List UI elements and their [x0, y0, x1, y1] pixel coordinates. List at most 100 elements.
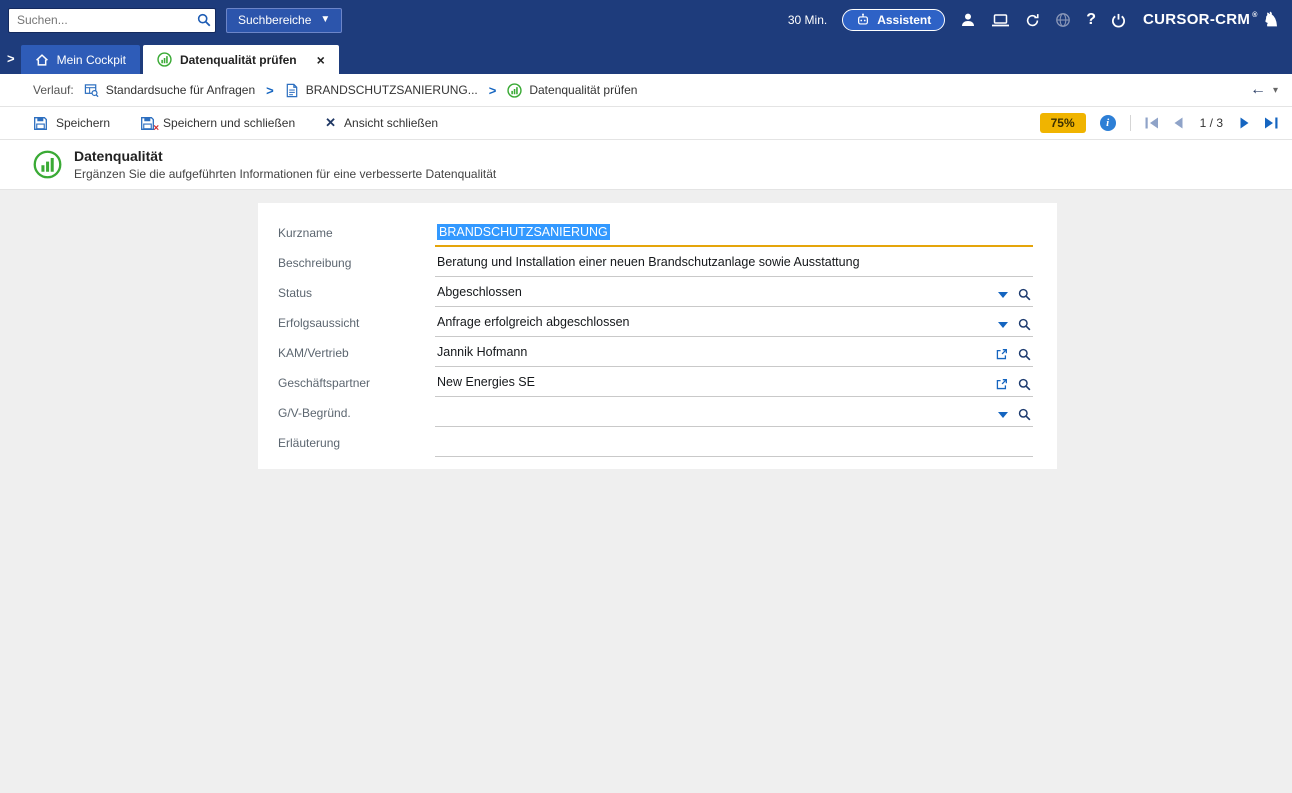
- page-header: Datenqualität Ergänzen Sie die aufgeführ…: [0, 140, 1292, 190]
- toolbar-divider: [1130, 115, 1131, 131]
- open-record-icon[interactable]: [995, 378, 1008, 391]
- lookup-search-icon[interactable]: [1018, 318, 1031, 331]
- field-input-erfolgsaussicht[interactable]: Anfrage erfolgreich abgeschlossen: [435, 311, 1033, 337]
- first-record-icon[interactable]: [1145, 117, 1159, 129]
- close-view-button[interactable]: ✕ Ansicht schließen: [325, 115, 438, 131]
- breadcrumb-prefix: Verlauf:: [33, 83, 74, 97]
- search-icon[interactable]: [197, 13, 211, 27]
- breadcrumb-separator-icon: >: [486, 83, 500, 98]
- chevron-down-icon: ▼: [320, 15, 330, 25]
- breadcrumb-label: Datenqualität prüfen: [529, 83, 637, 97]
- next-record-icon[interactable]: [1240, 117, 1249, 129]
- topbar-right: 30 Min. Assistent ?: [788, 9, 1280, 31]
- globe-icon[interactable]: [1055, 12, 1071, 28]
- info-icon[interactable]: i: [1100, 115, 1116, 131]
- breadcrumb-item-brandschutzsanierung[interactable]: BRANDSCHUTZSANIERUNG...: [285, 83, 478, 98]
- field-value-beschreibung: Beratung und Installation einer neuen Br…: [437, 255, 860, 269]
- lookup-search-icon[interactable]: [1018, 378, 1031, 391]
- search-input[interactable]: [8, 8, 216, 33]
- close-tab-icon[interactable]: ×: [317, 53, 325, 67]
- red-x-overlay-icon: ×: [153, 124, 159, 134]
- field-label-kurzname: Kurzname: [278, 226, 435, 247]
- field-controls-kam-vertrieb: [995, 348, 1031, 361]
- field-input-kurzname[interactable]: BRANDSCHUTZSANIERUNG: [435, 221, 1033, 247]
- help-icon[interactable]: ?: [1086, 11, 1096, 29]
- field-value-kurzname: BRANDSCHUTZSANIERUNG: [437, 224, 610, 240]
- tab-mein-cockpit[interactable]: Mein Cockpit: [21, 45, 140, 74]
- toolbar: Speichern × Speichern und schließen ✕ An…: [0, 107, 1292, 140]
- logout-power-icon[interactable]: [1111, 13, 1126, 28]
- session-timer: 30 Min.: [788, 13, 827, 27]
- page-title: Datenqualität: [74, 148, 496, 164]
- search-areas-button[interactable]: Suchbereiche ▼: [226, 8, 342, 33]
- dropdown-caret-icon[interactable]: [998, 292, 1008, 298]
- field-input-kam-vertrieb[interactable]: Jannik Hofmann: [435, 341, 1033, 367]
- field-controls-erfolgsaussicht: [998, 318, 1031, 331]
- form-row-beschreibung: BeschreibungBeratung und Installation ei…: [278, 247, 1033, 277]
- breadcrumb-item-standardsuche[interactable]: Standardsuche für Anfragen: [84, 83, 255, 98]
- assistant-robot-icon: [856, 13, 870, 27]
- search-table-icon: [84, 83, 99, 98]
- device-icon[interactable]: [991, 13, 1010, 28]
- form-row-erfolgsaussicht: ErfolgsaussichtAnfrage erfolgreich abges…: [278, 307, 1033, 337]
- field-value-geschaeftspartner: New Energies SE: [437, 375, 535, 389]
- close-view-label: Ansicht schließen: [344, 116, 438, 130]
- save-button[interactable]: Speichern: [33, 116, 110, 131]
- registered-mark: ®: [1252, 12, 1257, 19]
- record-pager: 1 / 3: [1145, 116, 1278, 130]
- lookup-search-icon[interactable]: [1018, 348, 1031, 361]
- data-quality-icon: [157, 52, 172, 67]
- field-label-beschreibung: Beschreibung: [278, 256, 435, 277]
- field-input-gv-begruend[interactable]: [435, 405, 1033, 427]
- field-input-geschaeftspartner[interactable]: New Energies SE: [435, 371, 1033, 397]
- form-fields: KurznameBRANDSCHUTZSANIERUNGBeschreibung…: [278, 217, 1033, 457]
- save-floppy-icon: [33, 116, 48, 131]
- field-input-status[interactable]: Abgeschlossen: [435, 281, 1033, 307]
- previous-record-icon[interactable]: [1174, 117, 1183, 129]
- form-panel: KurznameBRANDSCHUTZSANIERUNGBeschreibung…: [258, 203, 1057, 469]
- field-label-kam-vertrieb: KAM/Vertrieb: [278, 346, 435, 367]
- field-value-status: Abgeschlossen: [437, 285, 522, 299]
- tabbar: > Mein Cockpit Datenqualität prüfen ×: [0, 40, 1292, 74]
- field-label-erfolgsaussicht: Erfolgsaussicht: [278, 316, 435, 337]
- save-close-floppy-icon: ×: [140, 116, 155, 131]
- search-areas-label: Suchbereiche: [238, 13, 311, 27]
- form-row-gv-begruend: G/V-Begründ.: [278, 397, 1033, 427]
- save-and-close-button[interactable]: × Speichern und schließen: [140, 116, 295, 131]
- tab-datenqualitaet-pruefen[interactable]: Datenqualität prüfen ×: [143, 45, 339, 74]
- breadcrumb-label: Standardsuche für Anfragen: [106, 83, 255, 97]
- refresh-icon[interactable]: [1025, 13, 1040, 28]
- dropdown-caret-icon[interactable]: [998, 322, 1008, 328]
- field-input-beschreibung[interactable]: Beratung und Installation einer neuen Br…: [435, 251, 1033, 277]
- brand-text: CURSOR-CRM: [1143, 11, 1250, 28]
- field-label-erlaeuterung: Erläuterung: [278, 436, 435, 457]
- form-row-kurzname: KurznameBRANDSCHUTZSANIERUNG: [278, 217, 1033, 247]
- data-quality-icon: [33, 150, 62, 179]
- history-back-icon[interactable]: ←: [1250, 82, 1266, 98]
- knight-logo-icon: ♞: [1263, 11, 1280, 30]
- field-value-kam-vertrieb: Jannik Hofmann: [437, 345, 527, 359]
- field-label-geschaeftspartner: Geschäftspartner: [278, 376, 435, 397]
- home-icon: [35, 53, 49, 67]
- dropdown-caret-icon[interactable]: [998, 412, 1008, 418]
- assistant-label: Assistent: [877, 13, 931, 27]
- history-dropdown-caret-icon[interactable]: ▾: [1273, 85, 1278, 96]
- form-row-erlaeuterung: Erläuterung: [278, 427, 1033, 457]
- app-window: Suchbereiche ▼ 30 Min. Assistent: [0, 0, 1292, 793]
- last-record-icon[interactable]: [1264, 117, 1278, 129]
- lookup-search-icon[interactable]: [1018, 408, 1031, 421]
- breadcrumb: Verlauf: Standardsuche für Anfragen > BR…: [0, 74, 1292, 107]
- topbar: Suchbereiche ▼ 30 Min. Assistent: [0, 0, 1292, 40]
- user-icon[interactable]: [960, 12, 976, 28]
- expand-sidebar-chevron-icon[interactable]: >: [2, 51, 21, 74]
- data-quality-icon: [507, 83, 522, 98]
- brand-logo: CURSOR-CRM ® ♞: [1143, 11, 1280, 30]
- form-row-status: StatusAbgeschlossen: [278, 277, 1033, 307]
- lookup-search-icon[interactable]: [1018, 288, 1031, 301]
- save-and-close-label: Speichern und schließen: [163, 116, 295, 130]
- open-record-icon[interactable]: [995, 348, 1008, 361]
- field-input-erlaeuterung[interactable]: [435, 435, 1033, 457]
- breadcrumb-item-datenqualitaet[interactable]: Datenqualität prüfen: [507, 83, 637, 98]
- assistant-button[interactable]: Assistent: [842, 9, 945, 31]
- request-document-icon: [285, 83, 299, 98]
